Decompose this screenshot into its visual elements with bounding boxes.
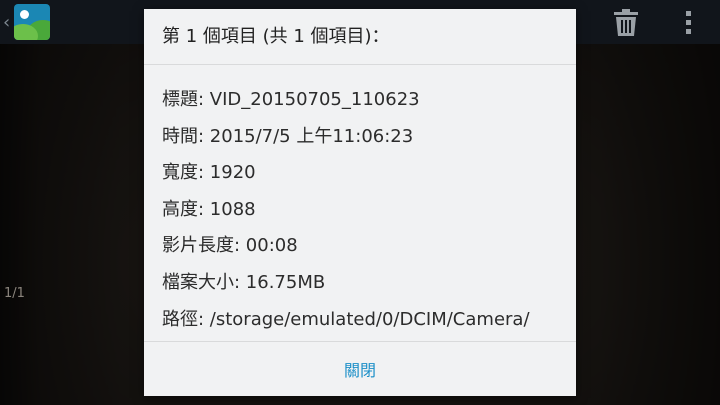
trash-icon[interactable] xyxy=(613,9,639,37)
details-dialog: 第 1 個項目 (共 1 個項目)： 標題: VID_20150705_1106… xyxy=(144,9,576,396)
detail-time: 時間: 2015/7/5 上午11:06:23 xyxy=(162,126,414,147)
detail-path: 路徑: /storage/emulated/0/DCIM/Camera/ xyxy=(162,309,530,330)
detail-title: 標題: VID_20150705_110623 xyxy=(162,89,420,110)
dialog-footer: 關閉 xyxy=(144,341,576,396)
overflow-menu-icon[interactable] xyxy=(683,11,693,35)
detail-duration: 影片長度: 00:08 xyxy=(162,235,298,256)
back-caret-icon[interactable]: ‹ xyxy=(3,12,10,33)
detail-filesize: 檔案大小: 16.75MB xyxy=(162,272,326,293)
close-button[interactable]: 關閉 xyxy=(304,349,416,389)
details-list[interactable]: 標題: VID_20150705_110623 時間: 2015/7/5 上午1… xyxy=(144,65,576,341)
detail-width: 寬度: 1920 xyxy=(162,162,256,183)
gallery-app-icon[interactable] xyxy=(14,4,50,40)
dialog-title: 第 1 個項目 (共 1 個項目)： xyxy=(144,9,576,65)
page-indicator: 1/1 xyxy=(4,286,25,301)
detail-height: 高度: 1088 xyxy=(162,199,256,220)
